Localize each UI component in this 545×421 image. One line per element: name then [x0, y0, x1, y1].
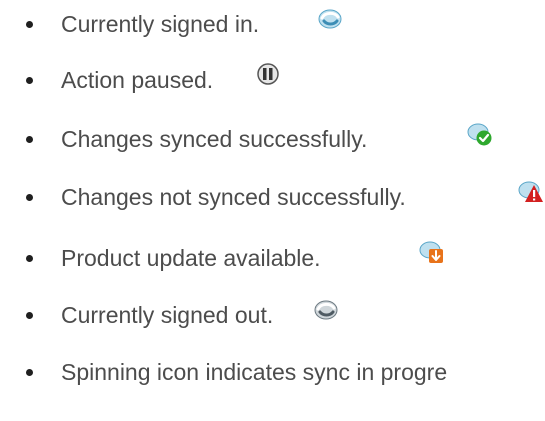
sync-signed-in-icon [316, 6, 344, 32]
bullet [26, 77, 33, 84]
item-label: Product update available. [61, 245, 321, 271]
item-label: Currently signed out. [61, 302, 274, 328]
update-available-icon [418, 240, 446, 266]
pause-icon [255, 62, 283, 88]
bullet [26, 312, 33, 319]
bullet [26, 136, 33, 143]
bullet [26, 194, 33, 201]
item-label: Changes synced successfully. [61, 126, 368, 152]
item-label: Changes not synced successfully. [61, 184, 406, 210]
sync-signed-out-icon [312, 297, 340, 323]
sync-error-icon [517, 179, 545, 205]
sync-success-icon [466, 121, 494, 147]
item-label: Spinning icon indicates sync in progre [61, 359, 448, 385]
bullet [26, 369, 33, 376]
item-label: Action paused. [61, 67, 214, 93]
bullet [26, 255, 33, 262]
item-label: Currently signed in. [61, 11, 260, 37]
bullet [26, 21, 33, 28]
